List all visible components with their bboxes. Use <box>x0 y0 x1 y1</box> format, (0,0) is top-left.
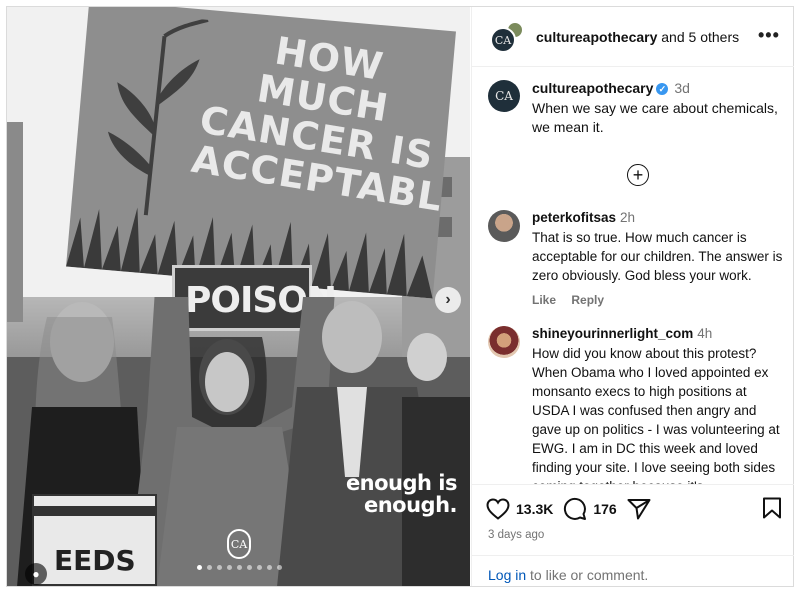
post-side-panel: CA cultureapothecary and 5 others ••• CA… <box>471 7 794 586</box>
post-dialog: HOW MUCH CANCER IS ACCEPTABLE? POISON EE… <box>6 6 794 587</box>
carousel-dot <box>267 565 272 570</box>
verified-badge-icon: ✓ <box>656 83 669 95</box>
carousel-dot <box>197 565 202 570</box>
caption-username[interactable]: cultureapothecary <box>532 80 653 96</box>
protest-sign: HOW MUCH CANCER IS ACCEPTABLE? <box>66 7 456 299</box>
carousel-dot <box>277 565 282 570</box>
comment-time[interactable]: 2h <box>620 210 635 225</box>
caption-text: When we say we care about chemicals, we … <box>532 100 778 135</box>
comment-reply-button[interactable]: Reply <box>571 293 604 307</box>
login-prompt-text: to like or comment. <box>530 567 649 583</box>
comment-actions: Like Reply <box>532 293 616 307</box>
comment-text: How did you know about this protest? Whe… <box>532 346 780 484</box>
image-overlay-text: enough is enough. <box>345 471 458 517</box>
action-row: 13.3K 176 <box>486 497 651 521</box>
pillar <box>7 122 23 322</box>
brand-logo-mark: CA <box>227 529 251 559</box>
comment-time[interactable]: 4h <box>697 326 712 341</box>
login-prompt: Log in to like or comment. <box>472 555 794 587</box>
comment-header: shineyourinnerlight_com 4h <box>532 326 712 341</box>
plus-circle-icon[interactable]: + <box>627 164 649 186</box>
heart-icon[interactable] <box>486 498 510 520</box>
post-actions: 13.3K 176 3 days ago Log in to like or c… <box>472 484 794 586</box>
comment-header: peterkofitsas 2h <box>532 210 635 225</box>
login-link[interactable]: Log in <box>488 567 526 583</box>
comment-username[interactable]: peterkofitsas <box>532 210 616 225</box>
carousel-dot <box>217 565 222 570</box>
carousel-dot <box>207 565 212 570</box>
comment-icon[interactable] <box>563 497 587 521</box>
caption-time[interactable]: 3d <box>674 80 690 96</box>
bottom-sign-text: EEDS <box>54 544 136 577</box>
caption-header: cultureapothecary ✓ 3d <box>532 80 690 96</box>
carousel-dot <box>257 565 262 570</box>
sign-text: HOW MUCH CANCER IS ACCEPTABLE? <box>188 28 456 228</box>
post-timestamp: 3 days ago <box>488 529 545 541</box>
comment-text: That is so true. How much cancer is acce… <box>532 230 783 283</box>
like-count[interactable]: 13.3K <box>516 501 553 517</box>
bottom-sign: EEDS <box>32 494 157 586</box>
comment-like-button[interactable]: Like <box>532 293 556 307</box>
comment-avatar[interactable] <box>488 326 520 358</box>
bookmark-icon[interactable] <box>762 497 782 519</box>
post-image[interactable]: HOW MUCH CANCER IS ACCEPTABLE? POISON EE… <box>7 7 470 586</box>
comment-count[interactable]: 176 <box>593 501 616 517</box>
carousel-dot <box>247 565 252 570</box>
carousel-dots <box>197 565 282 570</box>
caption-avatar[interactable]: CA <box>488 80 520 112</box>
comment-avatar[interactable] <box>488 210 520 242</box>
user-tag-icon[interactable]: ● <box>25 563 47 585</box>
comment-username[interactable]: shineyourinnerlight_com <box>532 326 693 341</box>
comments-scroll-area[interactable]: CA cultureapothecary ✓ 3d When we say we c… <box>472 7 794 484</box>
next-image-button[interactable]: › <box>435 287 461 313</box>
carousel-dot <box>227 565 232 570</box>
carousel-dot <box>237 565 242 570</box>
share-icon[interactable] <box>627 498 651 520</box>
